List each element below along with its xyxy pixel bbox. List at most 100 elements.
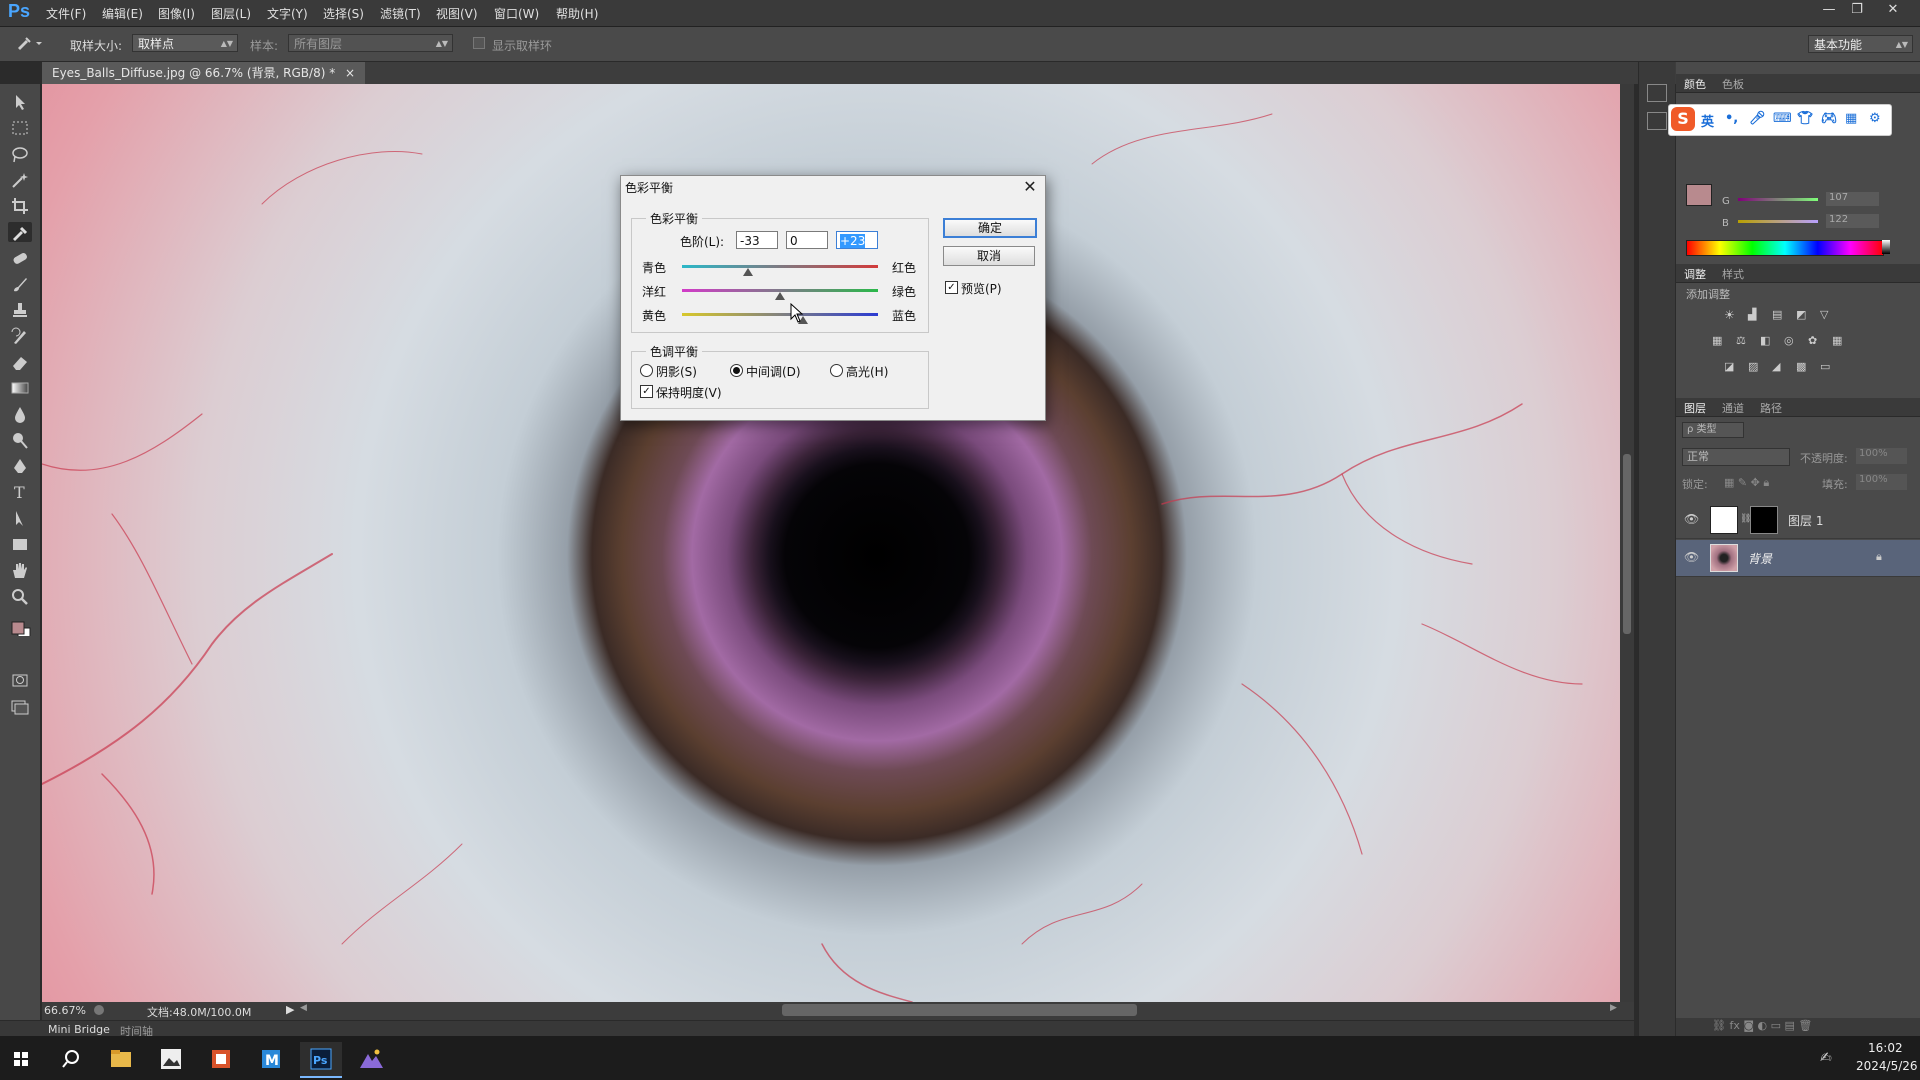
midtones-radio[interactable] (730, 364, 743, 377)
color-balance-icon[interactable]: ⚖ (1736, 334, 1746, 347)
tab-mini-bridge[interactable]: Mini Bridge (48, 1023, 110, 1036)
tab-channels[interactable]: 通道 (1722, 400, 1744, 416)
gradient-tool-icon[interactable] (8, 378, 32, 398)
layer-footer-icons[interactable]: ⛓ fx ◙ ◐ ▭ ▤ 🗑︎ (1712, 1019, 1812, 1032)
close-tab-icon[interactable]: × (345, 66, 355, 80)
tab-color[interactable]: 颜色 (1684, 76, 1706, 92)
menu-filter[interactable]: 滤镜(T) (380, 5, 421, 22)
curves-icon[interactable]: ▤ (1772, 308, 1782, 321)
vertical-scrollbar-thumb[interactable] (1623, 454, 1631, 634)
green-value[interactable]: 107 (1826, 192, 1879, 206)
stamp-tool-icon[interactable] (8, 300, 32, 320)
posterize-icon[interactable]: ▨ (1748, 360, 1758, 373)
menu-view[interactable]: 视图(V) (436, 5, 478, 22)
healing-brush-tool-icon[interactable] (8, 248, 32, 268)
cyan-red-slider[interactable] (682, 265, 878, 268)
quick-mask-icon[interactable] (8, 670, 32, 690)
channel-mixer-icon[interactable]: ✿ (1808, 334, 1817, 347)
menu-window[interactable]: 窗口(W) (494, 5, 539, 22)
show-ring-checkbox[interactable] (473, 37, 485, 49)
menu-select[interactable]: 选择(S) (323, 5, 364, 22)
cyan-red-slider-handle[interactable] (742, 268, 753, 276)
menu-type[interactable]: 文字(Y) (267, 5, 308, 22)
properties-panel-icon[interactable] (1647, 112, 1667, 130)
shadows-label[interactable]: 阴影(S) (656, 363, 697, 380)
lasso-tool-icon[interactable] (8, 144, 32, 164)
preserve-luminosity-checkbox[interactable]: ✓ (640, 385, 653, 398)
move-tool-icon[interactable] (8, 92, 32, 112)
file-explorer-icon[interactable] (100, 1042, 142, 1076)
pen-input-icon[interactable]: ✍︎ (1820, 1050, 1832, 1066)
eyedropper-tool-icon[interactable] (8, 222, 32, 242)
midtones-label[interactable]: 中间调(D) (746, 363, 801, 380)
level-magenta-green-input[interactable]: 0 (786, 231, 828, 249)
document-tab[interactable]: Eyes_Balls_Diffuse.jpg @ 66.7% (背景, RGB/… (42, 62, 366, 84)
blur-tool-icon[interactable] (8, 404, 32, 424)
preview-checkbox[interactable]: ✓ (945, 281, 958, 294)
close-window-button[interactable]: ✕ (1880, 2, 1906, 20)
blue-value[interactable]: 122 (1826, 214, 1879, 228)
black-white-ramp[interactable] (1882, 240, 1890, 254)
fill-value[interactable]: 100% (1856, 474, 1907, 490)
status-menu-arrow-icon[interactable]: ▶ (286, 1003, 294, 1016)
screen-mode-icon[interactable] (8, 696, 32, 716)
layer-name[interactable]: 背景 (1748, 550, 1772, 567)
threshold-icon[interactable]: ◢ (1772, 360, 1780, 373)
black-white-icon[interactable]: ◧ (1760, 334, 1770, 347)
vibrance-icon[interactable]: ▽ (1820, 308, 1828, 321)
clock-time[interactable]: 16:02 (1868, 1041, 1903, 1055)
grid-icon[interactable]: ▦ (1845, 111, 1857, 126)
hue-saturation-icon[interactable]: ▦ (1712, 334, 1722, 347)
clock-date[interactable]: 2024/5/26 (1856, 1059, 1918, 1073)
horizontal-scrollbar-thumb[interactable] (782, 1004, 1137, 1016)
brush-tool-icon[interactable] (8, 274, 32, 294)
eye-icon[interactable]: 👁︎ (1684, 550, 1699, 564)
minimize-button[interactable]: — (1816, 2, 1842, 20)
start-button[interactable] (0, 1042, 42, 1076)
color-lookup-icon[interactable]: ▦ (1832, 334, 1842, 347)
opacity-value[interactable]: 100% (1856, 448, 1907, 464)
gradient-map-icon[interactable]: ▭ (1820, 360, 1830, 373)
tab-layers[interactable]: 图层 (1684, 400, 1706, 416)
close-icon[interactable]: ✕ (1021, 177, 1039, 196)
layer-row[interactable]: 👁︎ 背景 🔒︎ (1676, 540, 1920, 577)
eraser-tool-icon[interactable] (8, 352, 32, 372)
restore-button[interactable]: ❐ (1844, 2, 1870, 20)
shirt-icon[interactable]: 👕︎ (1797, 111, 1814, 126)
eyedropper-tool-icon[interactable] (14, 35, 44, 54)
lock-icons[interactable]: ▦ ✎ ✥ 🔒︎ (1724, 476, 1769, 490)
brightness-icon[interactable]: ☀ (1724, 308, 1735, 322)
marquee-tool-icon[interactable] (8, 118, 32, 138)
history-brush-tool-icon[interactable] (8, 326, 32, 346)
layer-filter-select[interactable]: ρ 类型 (1682, 422, 1744, 438)
search-icon[interactable] (50, 1042, 92, 1076)
sample-select[interactable]: 所有图层 ▲▼ (288, 34, 453, 52)
punctuation-icon[interactable]: •, (1725, 111, 1738, 126)
sogou-logo[interactable]: S (1671, 107, 1695, 131)
menu-edit[interactable]: 编辑(E) (102, 5, 143, 22)
vertical-scrollbar[interactable] (1620, 84, 1634, 1002)
path-selection-tool-icon[interactable] (8, 508, 32, 528)
zoom-level[interactable]: 66.67% (44, 1004, 86, 1017)
ok-button[interactable]: 确定 (943, 218, 1037, 238)
m-app-icon[interactable]: M (250, 1042, 292, 1076)
layer-row[interactable]: 👁︎ ⛓ 图层 1 (1676, 502, 1920, 539)
cancel-button[interactable]: 取消 (943, 246, 1035, 266)
blue-slider[interactable] (1738, 220, 1818, 223)
level-yellow-blue-input[interactable]: +23 (836, 231, 878, 249)
hand-tool-icon[interactable] (8, 560, 32, 580)
tab-styles[interactable]: 样式 (1722, 266, 1744, 282)
menu-help[interactable]: 帮助(H) (556, 5, 598, 22)
photoshop-taskbar-icon[interactable]: Ps (300, 1042, 342, 1078)
settings-icon[interactable]: ⚙ (1869, 111, 1881, 126)
magenta-green-slider-handle[interactable] (775, 292, 785, 300)
workspace-select[interactable]: 基本功能 ▲▼ (1808, 35, 1913, 53)
selective-color-icon[interactable]: ▩ (1796, 360, 1806, 373)
blend-mode-select[interactable]: 正常 (1682, 448, 1790, 466)
rectangle-tool-icon[interactable] (8, 534, 32, 554)
color-spectrum[interactable] (1686, 240, 1884, 256)
dodge-tool-icon[interactable] (8, 430, 32, 450)
preserve-luminosity-label[interactable]: 保持明度(V) (656, 384, 722, 401)
photo-filter-icon[interactable]: ◎ (1784, 334, 1794, 347)
tab-adjustments[interactable]: 调整 (1684, 266, 1706, 282)
